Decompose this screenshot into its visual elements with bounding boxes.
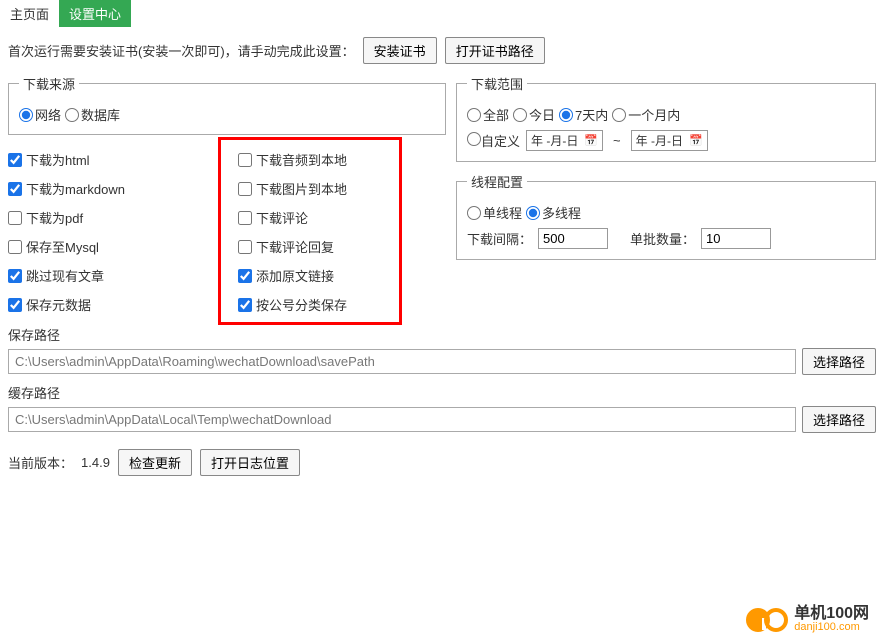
version-label: 当前版本：	[8, 453, 73, 472]
range-legend: 下载范围	[467, 74, 527, 93]
range-tilde: ~	[613, 133, 621, 148]
check-image[interactable]: 下载图片到本地	[238, 179, 428, 198]
check-audio[interactable]: 下载音频到本地	[238, 150, 428, 169]
source-database[interactable]: 数据库	[65, 105, 120, 124]
calendar-icon: 📅	[584, 134, 598, 147]
savepath-input[interactable]	[8, 349, 796, 374]
logo-text-url: danji100.com	[794, 622, 869, 633]
cachepath-browse-button[interactable]: 选择路径	[802, 406, 876, 433]
range-week[interactable]: 7天内	[559, 105, 608, 124]
batch-label: 单批数量：	[630, 229, 695, 248]
thread-multi[interactable]: 多线程	[526, 203, 581, 222]
savepath-browse-button[interactable]: 选择路径	[802, 348, 876, 375]
open-log-button[interactable]: 打开日志位置	[200, 449, 300, 476]
check-reply[interactable]: 下载评论回复	[238, 237, 428, 256]
check-html[interactable]: 下载为html	[8, 150, 218, 169]
cachepath-input[interactable]	[8, 407, 796, 432]
calendar-icon: 📅	[689, 134, 703, 147]
source-database-radio[interactable]	[65, 108, 79, 122]
interval-label: 下载间隔：	[467, 229, 532, 248]
date-to[interactable]: 年 -月-日📅	[631, 130, 708, 151]
cachepath-label: 缓存路径	[8, 383, 876, 402]
range-all[interactable]: 全部	[467, 105, 509, 124]
thread-legend: 线程配置	[467, 172, 527, 191]
source-legend: 下载来源	[19, 74, 79, 93]
check-skip[interactable]: 跳过现有文章	[8, 266, 218, 285]
check-markdown[interactable]: 下载为markdown	[8, 179, 218, 198]
batch-input[interactable]	[701, 228, 771, 249]
logo-icon	[746, 608, 788, 632]
source-network-radio[interactable]	[19, 108, 33, 122]
open-cert-path-button[interactable]: 打开证书路径	[445, 37, 545, 64]
check-origlink[interactable]: 添加原文链接	[238, 266, 428, 285]
check-update-button[interactable]: 检查更新	[118, 449, 192, 476]
tab-main[interactable]: 主页面	[0, 0, 59, 27]
tab-settings[interactable]: 设置中心	[59, 0, 131, 27]
interval-input[interactable]	[538, 228, 608, 249]
range-today[interactable]: 今日	[513, 105, 555, 124]
logo-text-cn: 单机100网	[794, 606, 869, 622]
check-pdf[interactable]: 下载为pdf	[8, 208, 218, 227]
savepath-label: 保存路径	[8, 325, 876, 344]
cert-text: 首次运行需要安装证书(安装一次即可)，请手动完成此设置：	[8, 41, 355, 60]
check-comment[interactable]: 下载评论	[238, 208, 428, 227]
date-from[interactable]: 年 -月-日📅	[526, 130, 603, 151]
range-month[interactable]: 一个月内	[612, 105, 680, 124]
thread-single[interactable]: 单线程	[467, 203, 522, 222]
check-meta[interactable]: 保存元数据	[8, 295, 218, 314]
install-cert-button[interactable]: 安装证书	[363, 37, 437, 64]
version-value: 1.4.9	[81, 455, 110, 470]
source-network[interactable]: 网络	[19, 105, 61, 124]
site-logo: 单机100网 danji100.com	[746, 606, 869, 633]
check-byaccount[interactable]: 按公号分类保存	[238, 295, 428, 314]
check-mysql[interactable]: 保存至Mysql	[8, 237, 218, 256]
range-custom[interactable]: 自定义	[467, 131, 520, 150]
